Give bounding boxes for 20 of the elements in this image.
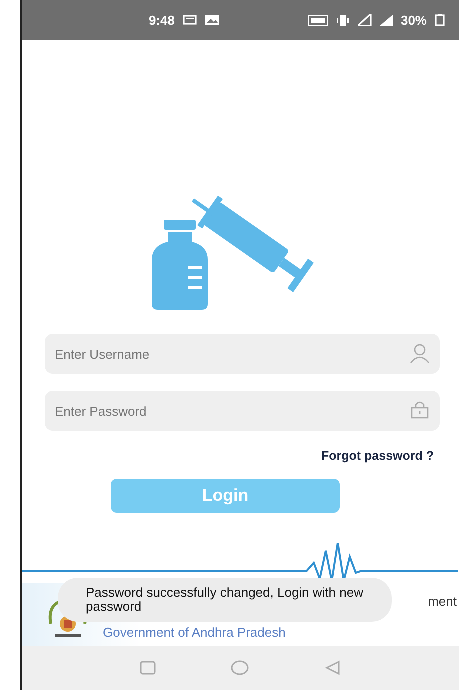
signal-icon <box>358 14 372 26</box>
home-icon[interactable] <box>231 660 250 676</box>
back-icon[interactable] <box>325 660 342 676</box>
message-icon <box>183 15 198 25</box>
password-field[interactable]: Enter Password <box>45 391 440 431</box>
username-field[interactable]: Enter Username <box>45 334 440 374</box>
battery-icon <box>435 14 445 26</box>
image-icon <box>205 15 220 25</box>
government-name: Government of Andhra Pradesh <box>103 624 286 640</box>
volte-icon <box>308 14 328 26</box>
toast-message: Password successfully changed, Login with new password <box>58 578 392 622</box>
signal-icon <box>380 14 393 26</box>
status-time: 9:48 <box>149 12 176 28</box>
lock-icon <box>410 401 430 419</box>
user-icon <box>410 344 430 364</box>
forgot-password-link[interactable]: Forgot password ? <box>322 449 434 463</box>
battery-level: 30% <box>400 12 427 28</box>
vibrate-icon <box>336 14 350 26</box>
department-name: ment <box>428 594 458 608</box>
recents-icon[interactable] <box>140 660 156 676</box>
